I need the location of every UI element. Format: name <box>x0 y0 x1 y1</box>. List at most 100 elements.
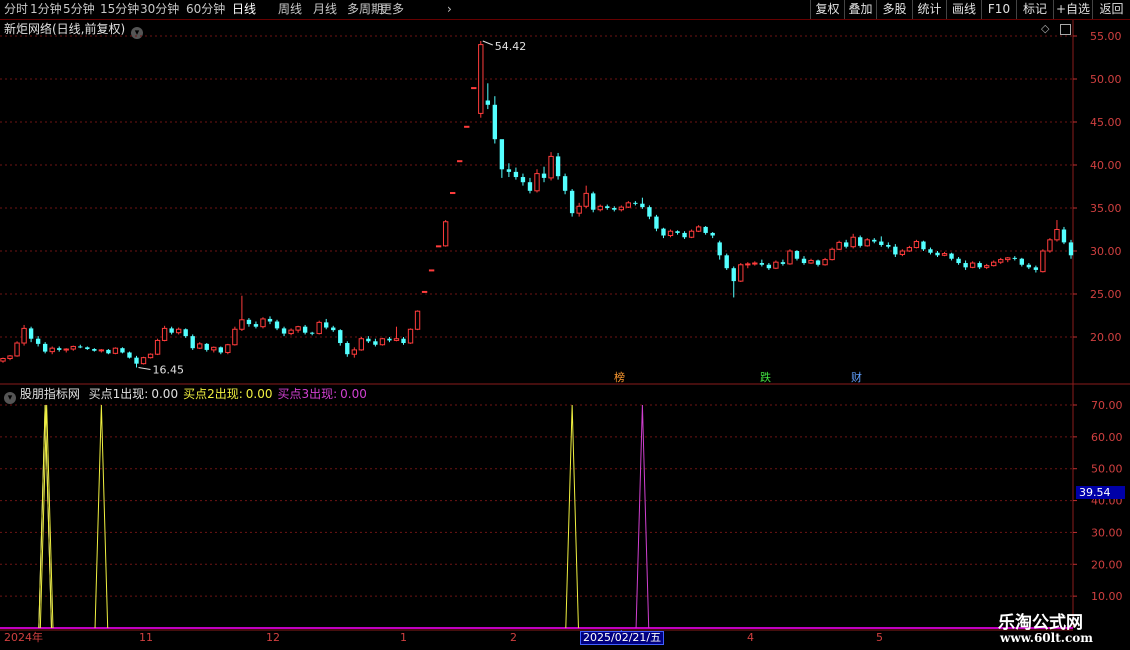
candle-body <box>127 352 132 358</box>
candle-body <box>1012 257 1017 259</box>
candle-body <box>913 241 920 249</box>
candle-body <box>872 239 877 242</box>
candle-body <box>485 100 490 105</box>
candle-body <box>941 253 948 256</box>
price-tick-label: 20.00 <box>1090 331 1122 344</box>
time-axis-label: 2024年 <box>4 631 43 644</box>
candle-body <box>373 341 378 345</box>
low-marker-arrow <box>138 367 151 371</box>
candle-body <box>218 347 223 353</box>
candle-body <box>21 327 27 344</box>
candle-body <box>351 349 357 355</box>
candle-body <box>1054 229 1060 241</box>
candle-body <box>773 261 779 269</box>
cursor-date: 2025/02/21/五 <box>580 631 665 645</box>
candle-body <box>1033 267 1039 270</box>
candle-body <box>78 346 83 348</box>
candle-body <box>921 241 926 250</box>
candle-body <box>703 226 708 233</box>
candle-body <box>640 203 645 208</box>
candle-body <box>379 338 386 346</box>
candle-body <box>324 322 329 328</box>
candle-body <box>338 330 343 344</box>
candle-body <box>246 319 252 325</box>
candle-body <box>534 173 540 192</box>
candle-body <box>998 259 1004 263</box>
candle-body <box>956 258 961 264</box>
candle-body <box>274 321 280 329</box>
candle-body <box>899 250 906 255</box>
candle-body <box>949 253 954 259</box>
candle-body <box>654 216 659 229</box>
price-tick-label: 30.00 <box>1090 245 1122 258</box>
ranking-badge[interactable]: 榜 <box>612 371 627 384</box>
time-axis-label: 2 <box>510 631 517 644</box>
time-axis-label: 5 <box>876 631 883 644</box>
candle-body <box>886 244 891 247</box>
candle-body <box>759 263 765 265</box>
high-price-label: 54.42 <box>495 40 526 53</box>
time-axis-label: 4 <box>747 631 754 644</box>
candle-body <box>780 262 786 264</box>
indicator-tick-label: 10.00 <box>1091 590 1123 603</box>
candle-body <box>309 332 315 334</box>
candle-body <box>633 202 638 204</box>
candle-body <box>35 338 41 344</box>
candle-body <box>1061 229 1067 243</box>
candle-body <box>253 324 259 327</box>
candle-body <box>421 290 428 293</box>
candle-body <box>134 357 139 364</box>
drop-badge[interactable]: 跌 <box>758 371 773 384</box>
candle-body <box>1040 250 1046 273</box>
candle-body <box>204 343 209 350</box>
watermark-title: 乐淘公式网 <box>998 613 1083 633</box>
candle-body <box>393 338 400 341</box>
candle-body <box>457 160 463 163</box>
candle-body <box>738 264 744 282</box>
candle-body <box>829 248 835 261</box>
candle-body <box>1019 258 1024 265</box>
candle-body <box>787 250 793 265</box>
watermark-url: www.60lt.com <box>1000 631 1093 645</box>
candle-body <box>513 171 519 178</box>
indicator-tick-label: 60.00 <box>1091 431 1123 444</box>
candle-body <box>401 338 406 344</box>
candle-body <box>428 269 435 272</box>
candle-body <box>7 355 13 360</box>
candle-body <box>450 192 456 195</box>
candle-body <box>984 265 990 268</box>
price-tick-label: 55.00 <box>1090 30 1122 43</box>
candle-body <box>140 357 147 365</box>
candle-body <box>612 208 617 210</box>
candle-body <box>120 348 125 353</box>
candle-body <box>1005 257 1011 261</box>
indicator-tick-label: 20.00 <box>1091 558 1123 571</box>
candle-body <box>977 263 982 268</box>
candle-body <box>583 192 589 207</box>
price-tick-label: 45.00 <box>1090 116 1122 129</box>
high-marker-arrow <box>482 40 493 46</box>
candle-body <box>822 259 828 266</box>
indicator-tick-label: 50.00 <box>1091 463 1123 476</box>
candle-body <box>387 338 392 341</box>
time-axis-label: 11 <box>139 631 153 644</box>
candle-body <box>520 177 526 183</box>
price-tick-label: 40.00 <box>1090 159 1122 172</box>
candle-body <box>492 104 498 140</box>
candle-body <box>42 343 48 352</box>
indicator-spike <box>635 404 650 629</box>
candle-body <box>98 349 105 352</box>
candle-body <box>710 232 715 236</box>
low-price-label: 16.45 <box>153 364 185 377</box>
candle-body <box>836 241 842 250</box>
candle-body <box>407 328 414 344</box>
finance-badge[interactable]: 财 <box>849 371 864 384</box>
candle-body <box>366 338 371 342</box>
candle-body <box>731 268 736 282</box>
candle-body <box>478 44 484 114</box>
candle-body <box>295 326 301 331</box>
candle-body <box>175 328 182 334</box>
candle-body <box>794 251 800 259</box>
candle-body <box>85 347 90 350</box>
candle-body <box>414 310 421 330</box>
